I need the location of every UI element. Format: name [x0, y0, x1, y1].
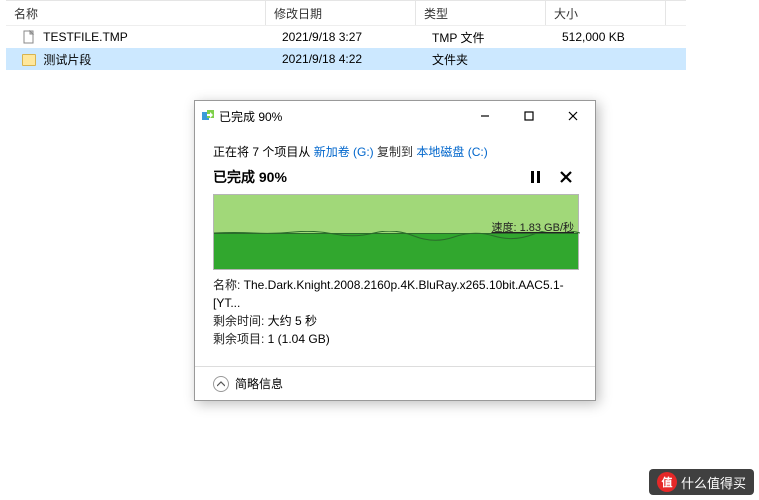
time-remaining: 大约 5 秒 [268, 314, 317, 328]
file-list: 名称 修改日期 类型 大小 TESTFILE.TMP 2021/9/18 3:2… [6, 0, 686, 70]
file-date: 2021/9/18 3:27 [274, 30, 424, 44]
progress-label: 已完成 90% [213, 167, 287, 187]
dest-link[interactable]: 本地磁盘 (C:) [416, 145, 487, 159]
fewer-details-button[interactable]: 简略信息 [235, 375, 283, 392]
dialog-title: 已完成 90% [219, 108, 463, 125]
copy-description: 正在将 7 个项目从 新加卷 (G:) 复制到 本地磁盘 (C:) [213, 143, 577, 160]
file-name: 测试片段 [43, 53, 91, 67]
file-list-header: 名称 修改日期 类型 大小 [6, 0, 686, 26]
copy-icon [201, 109, 215, 123]
table-row[interactable]: 测试片段 2021/9/18 4:22 文件夹 [6, 48, 686, 70]
file-name: TESTFILE.TMP [43, 30, 128, 44]
file-size: 512,000 KB [554, 30, 674, 44]
chevron-up-icon[interactable] [213, 376, 229, 392]
table-row[interactable]: TESTFILE.TMP 2021/9/18 3:27 TMP 文件 512,0… [6, 26, 686, 48]
file-type: TMP 文件 [424, 29, 554, 46]
source-link[interactable]: 新加卷 (G:) [314, 145, 374, 159]
copy-details: 名称: The.Dark.Knight.2008.2160p.4K.BluRay… [213, 276, 577, 348]
watermark: 值 什么值得买 [649, 469, 754, 495]
speed-label: 速度: 1.83 GB/秒 [491, 219, 574, 235]
maximize-button[interactable] [507, 101, 551, 131]
pause-button[interactable] [525, 166, 547, 188]
watermark-icon: 值 [657, 472, 677, 492]
folder-icon [22, 54, 36, 66]
file-icon [22, 30, 36, 44]
minimize-button[interactable] [463, 101, 507, 131]
items-remaining: 1 (1.04 GB) [268, 332, 330, 346]
col-header-name[interactable]: 名称 [6, 1, 266, 25]
cancel-button[interactable] [555, 166, 577, 188]
watermark-text: 什么值得买 [681, 473, 746, 492]
col-header-type[interactable]: 类型 [416, 1, 546, 25]
titlebar[interactable]: 已完成 90% [195, 101, 595, 131]
current-file-name: The.Dark.Knight.2008.2160p.4K.BluRay.x26… [213, 278, 564, 310]
col-header-size[interactable]: 大小 [546, 1, 666, 25]
file-date: 2021/9/18 4:22 [274, 52, 424, 66]
copy-dialog: 已完成 90% 正在将 7 个项目从 新加卷 (G:) 复制到 本地磁盘 (C:… [194, 100, 596, 401]
col-header-date[interactable]: 修改日期 [266, 1, 416, 25]
throughput-chart: 速度: 1.83 GB/秒 [213, 194, 579, 270]
close-button[interactable] [551, 101, 595, 131]
file-type: 文件夹 [424, 51, 554, 68]
